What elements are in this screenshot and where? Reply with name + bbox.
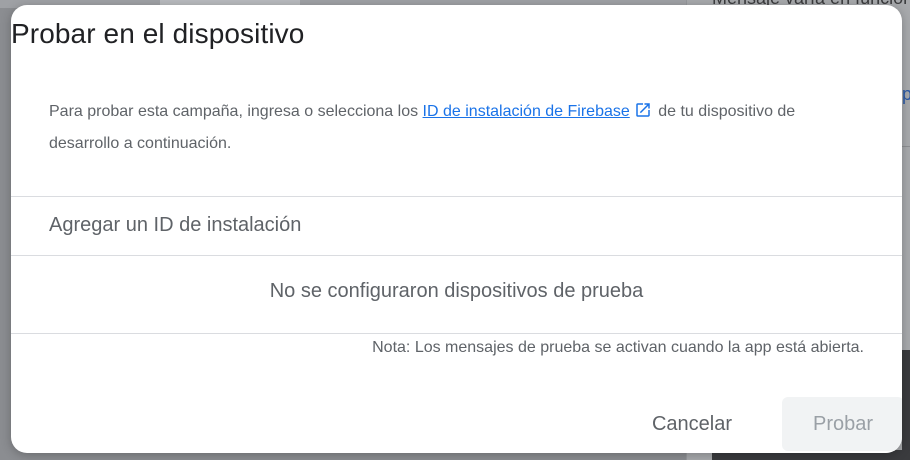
cancel-button[interactable]: Cancelar — [637, 397, 747, 451]
background-dark-block — [902, 350, 910, 460]
add-installation-id-input[interactable]: Agregar un ID de instalación — [49, 214, 301, 237]
divider-top — [11, 196, 902, 197]
background-divider — [902, 146, 910, 147]
dialog-title: Probar en el dispositivo — [11, 18, 305, 49]
test-on-device-dialog: Probar en el dispositivo Para probar est… — [11, 5, 902, 453]
test-button[interactable]: Probar — [782, 397, 902, 451]
open-in-new-icon[interactable] — [634, 100, 652, 129]
intro-text-before-link: Para probar esta campaña, ingresa o sele… — [49, 103, 423, 120]
background-right-link: p — [902, 84, 910, 104]
dialog-intro-text: Para probar esta campaña, ingresa o sele… — [49, 97, 849, 158]
test-note: Nota: Los mensajes de prueba se activan … — [372, 339, 864, 356]
empty-state-message: No se configuraron dispositivos de prueb… — [269, 280, 644, 302]
firebase-installation-id-link[interactable]: ID de instalación de Firebase — [423, 103, 630, 120]
divider-middle — [11, 255, 902, 256]
divider-bottom — [11, 333, 902, 334]
